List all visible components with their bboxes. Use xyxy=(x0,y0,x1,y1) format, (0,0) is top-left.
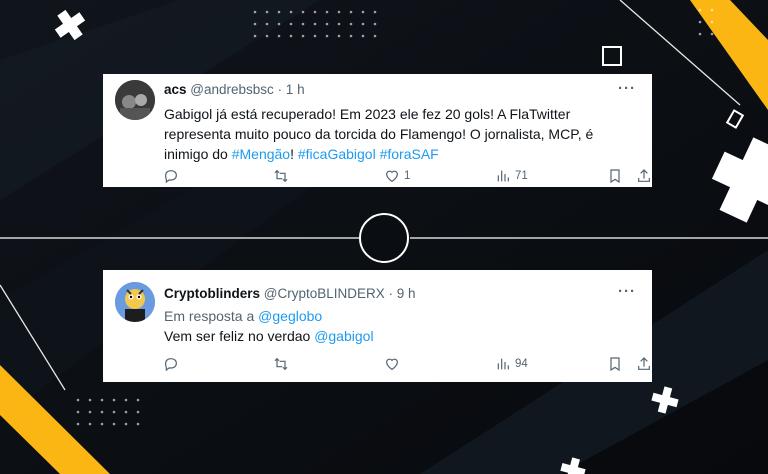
like-button[interactable]: 1 xyxy=(384,168,410,184)
reply-button[interactable] xyxy=(163,168,179,184)
bookmark-icon xyxy=(610,357,620,372)
views-count: 71 xyxy=(515,170,528,182)
retweet-icon xyxy=(274,169,288,183)
retweet-button[interactable] xyxy=(273,356,289,372)
bookmark-button[interactable] xyxy=(607,356,623,372)
tweet-actions: 1 71 xyxy=(163,168,650,188)
tweet-text-body: Vem ser feliz no verdao xyxy=(164,328,315,344)
retweet-button[interactable] xyxy=(273,168,289,184)
tweet-text: Gabigol já está recuperado! Em 2023 ele … xyxy=(164,104,640,164)
share-button[interactable] xyxy=(636,168,652,184)
handle[interactable]: @CryptoBLINDERX xyxy=(264,286,385,301)
like-icon xyxy=(386,358,398,371)
share-button[interactable] xyxy=(636,356,652,372)
timestamp[interactable]: · 1 h xyxy=(278,82,305,97)
reply-icon xyxy=(165,170,177,184)
exclamation: ! xyxy=(290,146,294,162)
reply-icon xyxy=(165,358,177,372)
more-icon[interactable]: ··· xyxy=(618,283,636,300)
views-button[interactable]: 94 xyxy=(495,356,528,372)
tweet-card[interactable]: acs @andrebsbsc · 1 h ··· Gabigol já est… xyxy=(103,74,652,187)
reply-to-mention[interactable]: @geglobo xyxy=(258,308,322,324)
tweet-header: Cryptoblinders @CryptoBLINDERX · 9 h xyxy=(164,286,416,301)
tweet-header: acs @andrebsbsc · 1 h xyxy=(164,82,305,97)
views-button[interactable]: 71 xyxy=(495,168,528,184)
reply-prefix: Em resposta a xyxy=(164,308,259,324)
views-icon xyxy=(497,358,509,370)
decorative-background xyxy=(0,0,768,474)
avatar-image xyxy=(115,80,155,120)
retweet-icon xyxy=(274,357,288,371)
reply-button[interactable] xyxy=(163,356,179,372)
like-button[interactable] xyxy=(384,356,400,372)
handle[interactable]: @andrebsbsc xyxy=(190,82,274,97)
views-count: 94 xyxy=(515,358,528,370)
tweet-actions: 94 xyxy=(163,356,650,376)
avatar[interactable] xyxy=(115,282,155,322)
display-name[interactable]: acs xyxy=(164,82,187,97)
like-icon xyxy=(386,170,398,183)
share-icon xyxy=(638,169,650,182)
hashtag-ficagabigol[interactable]: #ficaGabigol xyxy=(298,146,376,162)
bookmark-icon xyxy=(610,169,620,184)
timestamp[interactable]: · 9 h xyxy=(389,286,416,301)
reply-context: Em resposta a @geglobo xyxy=(164,306,640,326)
avatar[interactable] xyxy=(115,80,155,120)
more-icon[interactable]: ··· xyxy=(618,80,636,97)
hashtag-mengao[interactable]: #Mengão xyxy=(232,146,290,162)
hashtag-forasaf[interactable]: #foraSAF xyxy=(380,146,439,162)
avatar-image xyxy=(115,282,155,322)
like-count: 1 xyxy=(404,170,411,182)
display-name[interactable]: Cryptoblinders xyxy=(164,286,260,301)
mention-gabigol[interactable]: @gabigol xyxy=(314,328,373,344)
views-icon xyxy=(497,170,509,182)
tweet-card[interactable]: Cryptoblinders @CryptoBLINDERX · 9 h ···… xyxy=(103,270,652,382)
tweet-text: Em resposta a @geglobo Vem ser feliz no … xyxy=(164,306,640,346)
bookmark-button[interactable] xyxy=(607,168,623,184)
share-icon xyxy=(638,357,650,370)
